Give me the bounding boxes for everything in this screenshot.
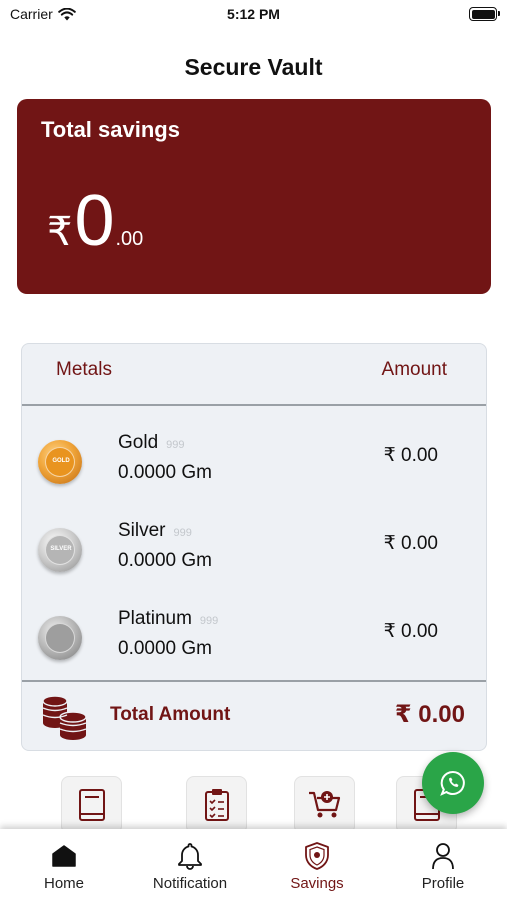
- tab-profile[interactable]: Profile: [380, 829, 506, 900]
- metal-amount: ₹ 0.00: [383, 445, 438, 466]
- metal-name-text: Silver: [118, 520, 166, 541]
- total-savings-label: Total savings: [41, 117, 180, 142]
- header-amount: Amount: [381, 359, 447, 380]
- metal-name: Silver 999: [118, 520, 192, 542]
- platinum-coin-icon: [38, 616, 82, 660]
- gold-coin-icon: GOLD: [38, 440, 82, 484]
- metal-weight: 0.0000 Gm: [118, 462, 212, 483]
- tab-home-label: Home: [43, 875, 84, 892]
- whatsapp-chat-button[interactable]: [422, 752, 484, 814]
- status-bar: Carrier 5:12 PM: [0, 0, 507, 30]
- quick-action-checklist-button[interactable]: [186, 776, 247, 834]
- book-icon: [78, 789, 105, 821]
- person-icon: [432, 843, 454, 870]
- status-time: 5:12 PM: [227, 6, 280, 22]
- metal-name-text: Gold: [118, 432, 159, 453]
- gold-coin-label: GOLD: [52, 458, 70, 464]
- tab-savings[interactable]: Savings: [254, 829, 380, 900]
- metal-row-gold: GOLD Gold 999 0.0000 Gm ₹ 0.00: [22, 422, 486, 502]
- tab-home[interactable]: Home: [1, 829, 127, 900]
- metals-table: Metals Amount GOLD Gold 999 0.0000 Gm ₹ 0…: [21, 343, 487, 751]
- total-amount-value: ₹ 0.00: [394, 701, 465, 728]
- metal-name-text: Platinum: [118, 608, 192, 629]
- tab-profile-label: Profile: [421, 875, 465, 892]
- total-amount-row: Total Amount ₹ 0.00: [22, 680, 486, 750]
- metal-weight: 0.0000 Gm: [118, 638, 212, 659]
- silver-coin-icon: SILVER: [38, 528, 82, 572]
- bottom-tab-bar: Home Notification Savings Profile: [0, 829, 507, 900]
- tab-notification-label: Notification: [152, 875, 228, 892]
- coin-stack-icon: [42, 695, 87, 740]
- tab-savings-label: Savings: [290, 875, 344, 892]
- quick-action-cart-button[interactable]: [294, 776, 355, 834]
- bell-icon: [178, 843, 202, 870]
- metal-name: Gold 999: [118, 432, 185, 454]
- metal-purity: 999: [173, 527, 192, 539]
- whatsapp-icon: [440, 770, 465, 796]
- cart-add-icon: [308, 791, 340, 818]
- amount-integer: 0: [74, 181, 115, 261]
- metal-weight: 0.0000 Gm: [118, 550, 212, 571]
- metals-table-header: Metals Amount: [22, 344, 486, 406]
- total-amount-label: Total Amount: [110, 704, 231, 725]
- metal-row-silver: SILVER Silver 999 0.0000 Gm ₹ 0.00: [22, 510, 486, 590]
- page-title: Secure Vault: [184, 54, 323, 80]
- metal-amount: ₹ 0.00: [383, 533, 438, 554]
- metal-purity: 999: [166, 439, 185, 451]
- shield-icon: [305, 842, 329, 870]
- metal-amount: ₹ 0.00: [383, 621, 438, 642]
- home-icon: [52, 845, 76, 867]
- battery-icon: [469, 7, 500, 21]
- quick-action-book-button[interactable]: [61, 776, 122, 834]
- metal-row-platinum: Platinum 999 0.0000 Gm ₹ 0.00: [22, 598, 486, 678]
- metal-purity: 999: [199, 615, 219, 627]
- currency-symbol: ₹: [47, 210, 73, 254]
- header-metals: Metals: [56, 359, 112, 380]
- amount-decimal: .00: [115, 228, 144, 250]
- metal-name: Platinum 999: [118, 608, 218, 630]
- tab-notification[interactable]: Notification: [127, 829, 253, 900]
- clipboard-checklist-icon: [204, 789, 229, 821]
- total-savings-card: Total savings ₹ 0 .00: [17, 99, 491, 294]
- silver-coin-label: SILVER: [50, 546, 72, 552]
- total-savings-amount: ₹ 0 .00: [47, 185, 143, 257]
